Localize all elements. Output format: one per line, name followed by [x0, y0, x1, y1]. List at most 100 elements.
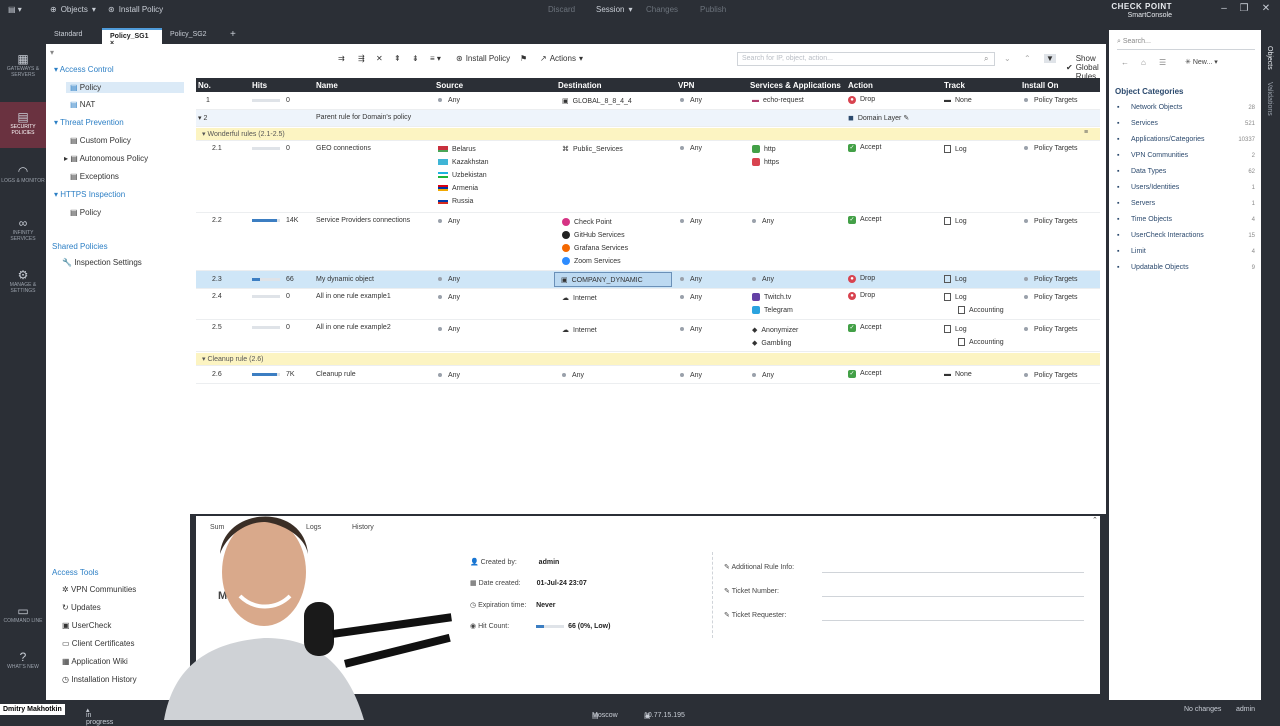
security-policies-button[interactable]: ▤ SECURITY POLICIES: [0, 102, 46, 148]
nav-custom-policy[interactable]: ▤ Custom Policy: [70, 136, 131, 145]
ticket-number-input[interactable]: [822, 585, 1084, 597]
category-item[interactable]: ▪ Services 521: [1109, 120, 1261, 134]
changes-button[interactable]: Changes: [646, 5, 678, 14]
nav-threat-prevention[interactable]: ▾ Threat Prevention: [54, 118, 124, 127]
rule-row-1[interactable]: 1 0 Any ▣ GLOBAL_8_8_4_4 Any ▬ echo-reques…: [196, 93, 1100, 110]
list-view-icon[interactable]: ☰: [1159, 58, 1166, 67]
exceptions-icon: ▤: [70, 172, 78, 181]
objects-side-tab[interactable]: Objects: [1266, 46, 1273, 70]
category-item[interactable]: ▪ Data Types 62: [1109, 168, 1261, 182]
object-search-input[interactable]: ⌕ Search...: [1117, 36, 1255, 50]
move-up-icon[interactable]: ⇞: [394, 54, 401, 63]
rule-row-2[interactable]: ▾ 2 Parent rule for Domain's policy ◼ Dom…: [196, 110, 1100, 127]
add-rule-below-icon[interactable]: ⇶: [358, 54, 365, 63]
section-menu-icon[interactable]: ≡ ▾: [430, 54, 441, 63]
category-item[interactable]: ▪ Time Objects 4: [1109, 216, 1261, 230]
rule-row-2-6[interactable]: 2.6 7K Cleanup rule Any Any Any Any ✓ Acc…: [196, 366, 1100, 384]
category-item[interactable]: ▪ Limit 4: [1109, 248, 1261, 262]
rule-row-2-4[interactable]: 2.4 0 All in one rule example1 Any ☁ Inte…: [196, 289, 1100, 320]
nav-nat[interactable]: ▤ NAT: [70, 100, 95, 109]
filter-icon[interactable]: ▼: [1044, 54, 1056, 63]
category-item[interactable]: ▪ Updatable Objects 9: [1109, 264, 1261, 278]
col-services[interactable]: Services & Applications: [750, 81, 841, 90]
col-source[interactable]: Source: [436, 81, 463, 90]
section-cleanup-rule[interactable]: ▾ Cleanup rule (2.6): [196, 353, 1100, 366]
new-object-button[interactable]: ✳ New... ▾: [1185, 58, 1218, 66]
nav-usercheck[interactable]: ▣ UserCheck: [62, 621, 111, 630]
maximize-icon[interactable]: ❐: [1236, 3, 1252, 14]
search-up-icon[interactable]: ⌃: [1024, 54, 1031, 63]
add-tab-icon[interactable]: +: [222, 26, 244, 42]
category-item[interactable]: ▪ Users/Identities 1: [1109, 184, 1261, 198]
col-install-on[interactable]: Install On: [1022, 81, 1058, 90]
rule-row-2-5[interactable]: 2.5 0 All in one rule example2 Any ☁ Inte…: [196, 320, 1100, 352]
rule-row-2-3[interactable]: 2.3 66 My dynamic object Any ▣ COMPANY_DY…: [196, 271, 1100, 289]
nav-installation-history[interactable]: ◷ Installation History: [62, 675, 137, 684]
install-policy-button[interactable]: ⊛ Install Policy: [456, 54, 510, 63]
col-action[interactable]: Action: [848, 81, 873, 90]
nav-access-control[interactable]: ▾ Access Control: [54, 65, 114, 74]
col-vpn[interactable]: VPN: [678, 81, 694, 90]
gateways-servers-button[interactable]: ▦ GATEWAYS & SERVERS: [0, 52, 46, 92]
category-item[interactable]: ▪ Network Objects 28: [1109, 104, 1261, 118]
whats-new-button[interactable]: ? WHAT'S NEW: [0, 650, 46, 686]
close-icon[interactable]: ✕: [1258, 3, 1274, 14]
nav-application-wiki[interactable]: ▦ Application Wiki: [62, 657, 128, 666]
collapse-pane-icon[interactable]: ⌃: [1092, 516, 1098, 524]
tab-standard[interactable]: Standard: [46, 28, 90, 44]
infinity-services-button[interactable]: ∞ INFINITY SERVICES: [0, 216, 46, 252]
nav-inspection-settings[interactable]: 🔧 Inspection Settings: [62, 258, 142, 267]
additional-rule-info-input[interactable]: [822, 561, 1084, 573]
category-item[interactable]: ▪ Applications/Categories 10337: [1109, 136, 1261, 150]
nav-client-certificates[interactable]: ▭ Client Certificates: [62, 639, 134, 648]
home-icon[interactable]: ⌂: [1141, 58, 1146, 67]
move-down-icon[interactable]: ⇟: [412, 54, 419, 63]
nav-updates[interactable]: ↻ Updates: [62, 603, 101, 612]
col-name[interactable]: Name: [316, 81, 338, 90]
rulebase-search-input[interactable]: Search for IP, object, action...: [737, 52, 995, 66]
add-rule-above-icon[interactable]: ⇉: [338, 54, 345, 63]
rule-row-2-1[interactable]: 2.1 0 GEO connections Belarus Kazakhstan…: [196, 141, 1100, 213]
search-down-icon[interactable]: ⌄: [1004, 54, 1011, 63]
section-wonderful-rules[interactable]: ▾ Wonderful rules (2.1-2.5) ≡: [196, 128, 1100, 141]
manage-settings-button[interactable]: ⚙ MANAGE & SETTINGS: [0, 268, 46, 304]
validations-side-tab[interactable]: Validations: [1266, 82, 1273, 116]
nav-https-inspection[interactable]: ▾ HTTPS Inspection: [54, 190, 125, 199]
search-icon[interactable]: ⌕: [984, 54, 988, 64]
nav-autonomous-policy[interactable]: ▸ ▤ Autonomous Policy: [64, 154, 148, 163]
minimize-icon[interactable]: –: [1216, 3, 1232, 14]
collapse-icon[interactable]: ▾: [50, 48, 54, 57]
section-menu-icon[interactable]: ≡: [1084, 129, 1088, 136]
objects-menu-button[interactable]: ⊕ Objects ▾: [50, 5, 96, 14]
command-line-button[interactable]: ▭ COMMAND LINE: [0, 604, 46, 640]
nav-vpn-communities[interactable]: ✲ VPN Communities: [62, 585, 136, 594]
policy-tools-icon[interactable]: ⚑: [520, 54, 527, 63]
nav-access-policy[interactable]: ▤ Policy: [66, 82, 184, 93]
category-item[interactable]: ▪ VPN Communities 2: [1109, 152, 1261, 166]
publish-button[interactable]: Publish: [700, 5, 726, 14]
actions-button[interactable]: ↗ Actions ▾: [540, 54, 583, 63]
col-destination[interactable]: Destination: [558, 81, 602, 90]
tab-policy-sg2[interactable]: Policy_SG2: [162, 28, 215, 44]
task-status[interactable]: in progress ▴: [86, 706, 113, 726]
nav-https-policy[interactable]: ▤ Policy: [70, 208, 101, 217]
col-no[interactable]: No.: [198, 81, 211, 90]
discard-button[interactable]: Discard: [548, 5, 575, 14]
nav-exceptions[interactable]: ▤ Exceptions: [70, 172, 119, 181]
session-button[interactable]: Session ▾: [596, 5, 632, 14]
tab-policy-sg1[interactable]: Policy_SG1 ×: [102, 28, 162, 47]
logs-monitor-button[interactable]: ◠ LOGS & MONITOR: [0, 164, 46, 200]
install-policy-top-button[interactable]: ⊛ Install Policy: [108, 5, 163, 14]
nav-shared-policies[interactable]: Shared Policies: [52, 242, 108, 251]
app-menu-button[interactable]: ▤ ▾: [8, 5, 22, 14]
col-track[interactable]: Track: [944, 81, 965, 90]
delete-rule-icon[interactable]: ✕: [376, 54, 383, 63]
rule-row-2-2[interactable]: 2.2 14K Service Providers connections An…: [196, 213, 1100, 271]
category-item[interactable]: ▪ UserCheck Interactions 15: [1109, 232, 1261, 246]
back-icon[interactable]: ←: [1121, 58, 1129, 67]
destination-cell-selected[interactable]: ▣ COMPANY_DYNAMIC: [554, 272, 672, 287]
category-item[interactable]: ▪ Servers 1: [1109, 200, 1261, 214]
col-hits[interactable]: Hits: [252, 81, 267, 90]
show-global-rules-toggle[interactable]: ✔ Show Global Rules: [1066, 54, 1106, 81]
ticket-requester-input[interactable]: [822, 609, 1084, 621]
